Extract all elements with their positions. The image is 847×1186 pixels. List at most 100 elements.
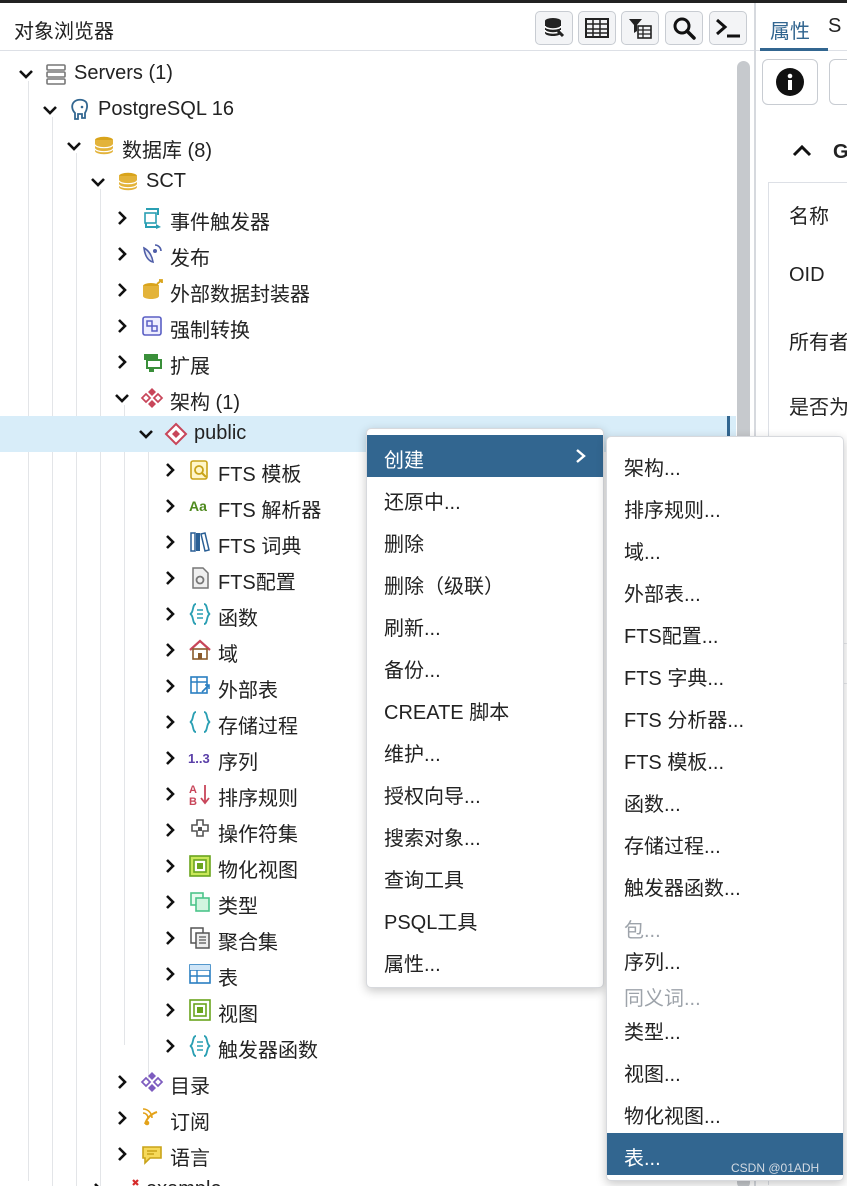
tree-node-toggle[interactable]: [114, 390, 130, 406]
tree-node[interactable]: Servers (1): [0, 56, 736, 92]
chevron-down-icon[interactable]: [138, 426, 154, 442]
chevron-right-icon[interactable]: [162, 1038, 178, 1054]
chevron-right-icon[interactable]: [162, 966, 178, 982]
tree-node[interactable]: PostgreSQL 16: [0, 92, 736, 128]
tree-node-toggle[interactable]: [114, 282, 130, 298]
submenu-item[interactable]: FTS 分析器...: [607, 695, 843, 737]
tree-node[interactable]: 外部数据封装器: [0, 272, 736, 308]
chevron-right-icon[interactable]: [114, 1074, 130, 1090]
submenu-item[interactable]: FTS 模板...: [607, 737, 843, 779]
chevron-right-icon[interactable]: [162, 678, 178, 694]
tree-node[interactable]: 数据库 (8): [0, 128, 736, 164]
tree-node-toggle[interactable]: [162, 498, 178, 514]
chevron-right-icon[interactable]: [114, 246, 130, 262]
tree-node-toggle[interactable]: [162, 678, 178, 694]
tree-node-toggle[interactable]: [90, 1182, 106, 1186]
context-menu-item[interactable]: 删除: [367, 519, 603, 561]
query-tool-button[interactable]: [535, 11, 573, 45]
tree-node-toggle[interactable]: [162, 1038, 178, 1054]
tree-node-toggle[interactable]: [162, 1002, 178, 1018]
context-menu-item[interactable]: 查询工具: [367, 855, 603, 897]
chevron-right-icon[interactable]: [162, 642, 178, 658]
view-data-button[interactable]: [578, 11, 616, 45]
submenu-item[interactable]: 外部表...: [607, 569, 843, 611]
submenu-item[interactable]: 架构...: [607, 443, 843, 485]
context-menu-item[interactable]: PSQL工具: [367, 897, 603, 939]
tree-node-toggle[interactable]: [162, 750, 178, 766]
context-menu-item[interactable]: 搜索对象...: [367, 813, 603, 855]
submenu-item[interactable]: 物化视图...: [607, 1091, 843, 1133]
context-menu-item[interactable]: 刷新...: [367, 603, 603, 645]
filtered-rows-button[interactable]: [621, 11, 659, 45]
chevron-down-icon[interactable]: [42, 102, 58, 118]
submenu-item[interactable]: 存储过程...: [607, 821, 843, 863]
tree-node-toggle[interactable]: [18, 66, 34, 82]
submenu-item[interactable]: 类型...: [607, 1007, 843, 1049]
context-menu-item[interactable]: 属性...: [367, 939, 603, 981]
chevron-right-icon[interactable]: [162, 498, 178, 514]
tree-node-toggle[interactable]: [114, 318, 130, 334]
tree-node-toggle[interactable]: [162, 606, 178, 622]
tree-node-toggle[interactable]: [162, 822, 178, 838]
submenu-item[interactable]: 排序规则...: [607, 485, 843, 527]
chevron-right-icon[interactable]: [114, 282, 130, 298]
context-menu-item[interactable]: 维护...: [367, 729, 603, 771]
submenu-item[interactable]: FTS配置...: [607, 611, 843, 653]
tree-node-toggle[interactable]: [90, 174, 106, 190]
chevron-right-icon[interactable]: [114, 1146, 130, 1162]
tree-node-toggle[interactable]: [114, 1110, 130, 1126]
chevron-right-icon[interactable]: [162, 570, 178, 586]
tree-node-toggle[interactable]: [162, 534, 178, 550]
chevron-right-icon[interactable]: [162, 858, 178, 874]
tree-node-toggle[interactable]: [66, 138, 82, 154]
tab-next[interactable]: S: [828, 15, 841, 38]
tree-node-toggle[interactable]: [114, 1074, 130, 1090]
context-menu-item[interactable]: 创建: [367, 435, 603, 477]
chevron-right-icon[interactable]: [162, 750, 178, 766]
info-button[interactable]: [762, 59, 818, 105]
chevron-right-icon[interactable]: [114, 318, 130, 334]
tree-node[interactable]: 架构 (1): [0, 380, 736, 416]
context-menu-item[interactable]: 删除（级联）: [367, 561, 603, 603]
chevron-right-icon[interactable]: [114, 354, 130, 370]
tree-node-toggle[interactable]: [162, 462, 178, 478]
tree-node-toggle[interactable]: [114, 210, 130, 226]
submenu-item[interactable]: 函数...: [607, 779, 843, 821]
tree-node-toggle[interactable]: [162, 894, 178, 910]
properties-toolbar-button[interactable]: [829, 59, 847, 105]
context-menu-item[interactable]: 还原中...: [367, 477, 603, 519]
tree-node[interactable]: SCT: [0, 164, 736, 200]
chevron-right-icon[interactable]: [162, 534, 178, 550]
tree-node-toggle[interactable]: [162, 858, 178, 874]
psql-tool-button[interactable]: [709, 11, 747, 45]
tree-node-toggle[interactable]: [162, 966, 178, 982]
tree-node-toggle[interactable]: [162, 786, 178, 802]
tree-node-toggle[interactable]: [162, 714, 178, 730]
chevron-right-icon[interactable]: [162, 714, 178, 730]
tree-node-toggle[interactable]: [114, 1146, 130, 1162]
tree-node-toggle[interactable]: [138, 426, 154, 442]
chevron-right-icon[interactable]: [162, 1002, 178, 1018]
chevron-right-icon[interactable]: [162, 822, 178, 838]
submenu-item[interactable]: 域...: [607, 527, 843, 569]
chevron-down-icon[interactable]: [18, 66, 34, 82]
chevron-right-icon[interactable]: [162, 894, 178, 910]
tree-node[interactable]: 事件触发器: [0, 200, 736, 236]
chevron-right-icon[interactable]: [162, 462, 178, 478]
tree-node-toggle[interactable]: [162, 930, 178, 946]
tree-node-toggle[interactable]: [162, 570, 178, 586]
chevron-right-icon[interactable]: [162, 930, 178, 946]
chevron-down-icon[interactable]: [66, 138, 82, 154]
submenu-item[interactable]: 视图...: [607, 1049, 843, 1091]
tree-node-toggle[interactable]: [114, 246, 130, 262]
chevron-right-icon[interactable]: [114, 210, 130, 226]
tree-node-toggle[interactable]: [114, 354, 130, 370]
tab-properties[interactable]: 属性: [760, 3, 828, 51]
chevron-right-icon[interactable]: [162, 786, 178, 802]
tree-node-toggle[interactable]: [162, 642, 178, 658]
tree-node-toggle[interactable]: [42, 102, 58, 118]
tree-node[interactable]: 扩展: [0, 344, 736, 380]
chevron-right-icon[interactable]: [90, 1182, 106, 1186]
search-objects-button[interactable]: [665, 11, 703, 45]
context-menu-item[interactable]: CREATE 脚本: [367, 687, 603, 729]
